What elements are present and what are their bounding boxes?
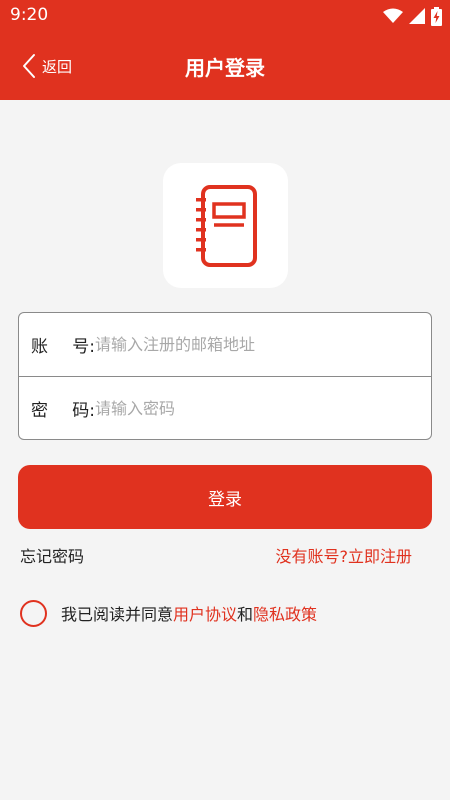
nav-bar: 返回 用户登录 [0,32,450,100]
notebook-icon [195,184,257,267]
status-time: 9:20 [10,5,49,25]
password-label: 密码: [31,401,95,421]
user-agreement-link[interactable]: 用户协议 [173,605,237,624]
status-icons [383,6,442,26]
forgot-password-link[interactable]: 忘记密码 [20,543,84,567]
cellular-signal-icon [409,8,425,24]
privacy-policy-link[interactable]: 隐私政策 [253,605,317,624]
agreement-row: 我已阅读并同意用户协议和隐私政策 [20,599,317,627]
account-row: 账号: [19,313,431,376]
password-row: 密码: [19,377,431,440]
app-logo [163,163,288,288]
agreement-text: 我已阅读并同意用户协议和隐私政策 [61,605,318,624]
status-bar: 9:20 [0,0,450,32]
agreement-checkbox[interactable] [20,599,47,627]
account-input[interactable] [95,324,431,365]
password-input[interactable] [95,388,431,429]
login-form: 账号: 密码: [18,312,432,440]
wifi-icon [383,8,403,23]
login-button[interactable]: 登录 [18,465,432,529]
battery-charging-icon [431,6,442,26]
register-link[interactable]: 没有账号?立即注册 [276,543,413,567]
app-header: 9:20 返回 用户登录 [0,0,450,100]
page-title: 用户登录 [185,56,265,80]
account-label: 账号: [31,337,95,357]
